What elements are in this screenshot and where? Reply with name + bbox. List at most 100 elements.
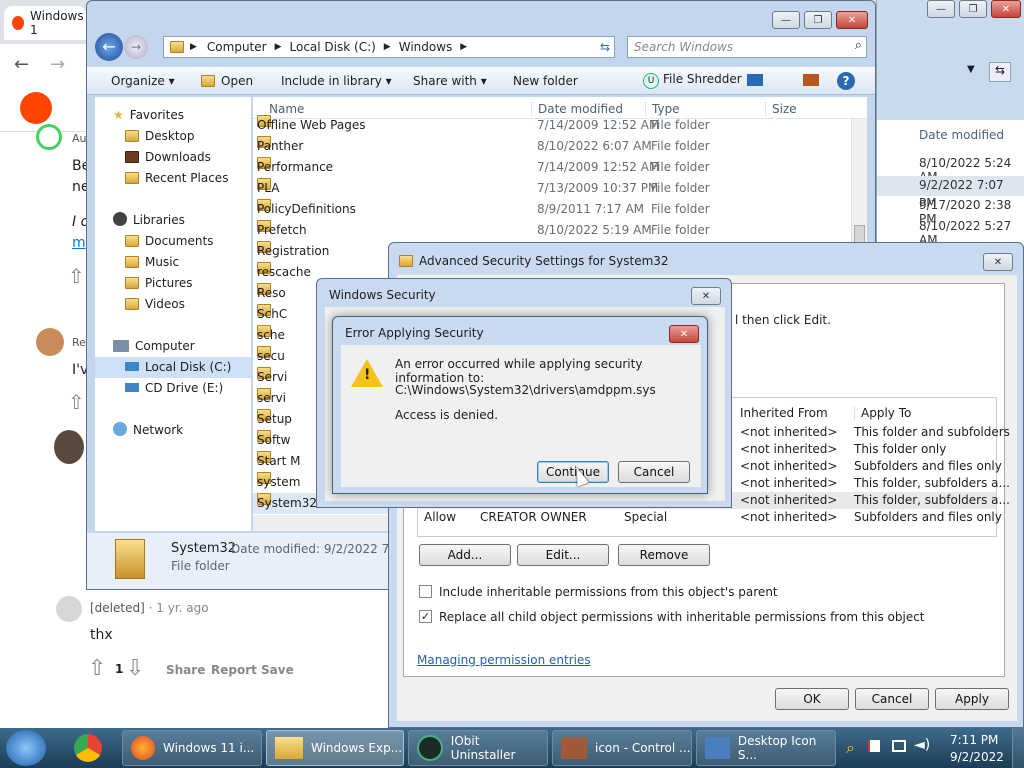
- downvote-icon[interactable]: ⇩: [126, 656, 144, 681]
- nav-music[interactable]: Music: [125, 252, 179, 273]
- open-button[interactable]: Open: [201, 74, 253, 88]
- column-header-date[interactable]: Date modified: [919, 128, 1004, 142]
- nav-pictures[interactable]: Pictures: [125, 273, 193, 294]
- clock-date[interactable]: 9/2/2022: [950, 750, 1004, 764]
- breadcrumb-local-disk[interactable]: Local Disk (C:): [290, 40, 376, 54]
- replace-child-checkbox[interactable]: ✓: [419, 610, 432, 623]
- nav-network[interactable]: Network: [113, 420, 183, 441]
- back-arrow-icon[interactable]: ←: [14, 54, 29, 75]
- column-inherited[interactable]: Inherited From: [740, 406, 828, 420]
- nav-back-button[interactable]: ←: [95, 33, 123, 61]
- maximize-button[interactable]: ❐: [959, 0, 987, 18]
- cancel-button[interactable]: Cancel: [855, 688, 929, 710]
- breadcrumb-windows[interactable]: Windows: [399, 40, 453, 54]
- include-library-button[interactable]: Include in library ▾: [281, 74, 392, 88]
- start-button[interactable]: [6, 730, 46, 766]
- nav-recent-places[interactable]: Recent Places: [125, 168, 228, 189]
- taskbar-explorer[interactable]: Windows Exp...: [266, 730, 404, 766]
- close-button[interactable]: ✕: [836, 11, 868, 29]
- clock-time[interactable]: 7:11 PM: [950, 733, 998, 747]
- chrome-icon[interactable]: [74, 734, 102, 762]
- nav-videos[interactable]: Videos: [125, 294, 185, 315]
- apply-button[interactable]: Apply: [935, 688, 1009, 710]
- nav-favorites[interactable]: ★ Favorites: [113, 105, 184, 126]
- comment-author[interactable]: Re: [72, 336, 86, 349]
- column-type[interactable]: Type: [645, 102, 680, 116]
- minimize-button[interactable]: —: [927, 0, 955, 18]
- nav-libraries[interactable]: Libraries: [113, 210, 185, 231]
- hint-text: l then click Edit.: [735, 313, 831, 327]
- maximize-button[interactable]: ❐: [804, 11, 832, 29]
- show-desktop-button[interactable]: [1012, 728, 1024, 768]
- ok-button[interactable]: OK: [775, 688, 849, 710]
- file-row[interactable]: Prefetch 8/10/2022 5:19 AM File folder: [253, 220, 853, 241]
- edit-button[interactable]: Edit...: [517, 544, 609, 566]
- share-button[interactable]: Share: [166, 663, 205, 677]
- comment-author[interactable]: Au: [72, 132, 87, 145]
- upvote-icon[interactable]: ⇧: [88, 656, 106, 681]
- right-list-pane: Date modified 8/10/2022 5:24 AM 9/2/2022…: [877, 120, 1024, 247]
- taskbar-desktop-icon-settings[interactable]: Desktop Icon S...: [696, 730, 836, 766]
- add-button[interactable]: Add...: [419, 544, 511, 566]
- permission-row[interactable]: Allow CREATOR OWNER Special <not inherited>…: [418, 509, 1002, 526]
- file-row[interactable]: Panther 8/10/2022 6:07 AM File folder: [253, 136, 853, 157]
- nav-documents[interactable]: Documents: [125, 231, 213, 252]
- taskbar-control-panel[interactable]: icon - Control ...: [552, 730, 692, 766]
- report-button[interactable]: Report: [211, 663, 257, 677]
- file-shredder-button[interactable]: U File Shredder: [643, 72, 742, 89]
- close-button[interactable]: ✕: [983, 253, 1013, 271]
- close-button[interactable]: ✕: [669, 325, 699, 343]
- scrollbar-thumb[interactable]: [854, 225, 865, 243]
- cancel-button[interactable]: Cancel: [618, 461, 690, 483]
- refresh-button[interactable]: ⇆: [595, 37, 615, 57]
- folder-icon: [170, 41, 184, 53]
- help-icon[interactable]: ?: [837, 72, 855, 90]
- organize-button[interactable]: Organize ▾: [111, 74, 175, 88]
- minimize-button[interactable]: —: [772, 11, 800, 29]
- dropdown-arrow-icon[interactable]: ▼: [967, 64, 975, 75]
- address-bar[interactable]: ▶ Computer ▶ Local Disk (C:) ▶ Windows ▶: [163, 36, 615, 58]
- close-button[interactable]: ✕: [691, 287, 721, 305]
- save-button[interactable]: Save: [261, 663, 294, 677]
- nav-local-disk[interactable]: Local Disk (C:): [95, 357, 251, 378]
- breadcrumb-computer[interactable]: Computer: [207, 40, 267, 54]
- tray-volume-icon[interactable]: ◄): [914, 737, 930, 753]
- file-date: 8/9/2011 7:17 AM: [537, 202, 645, 216]
- share-with-button[interactable]: Share with ▾: [413, 74, 487, 88]
- upvote-icon[interactable]: ⇧: [68, 264, 85, 288]
- tray-search-icon[interactable]: ⌕: [846, 738, 855, 758]
- refresh-icon[interactable]: ⇆: [989, 62, 1011, 82]
- file-row[interactable]: PLA 7/13/2009 10:37 PM File folder: [253, 178, 853, 199]
- taskbar-firefox[interactable]: Windows 11 i...: [122, 730, 262, 766]
- taskbar-iobit[interactable]: IObit Uninstaller: [408, 730, 548, 766]
- include-inheritable-checkbox[interactable]: [419, 585, 432, 598]
- nav-computer[interactable]: Computer: [113, 336, 195, 357]
- libraries-icon: [113, 212, 127, 226]
- search-box[interactable]: Search Windows ⌕: [627, 36, 867, 58]
- tray-network-icon[interactable]: [892, 740, 906, 752]
- tray-flag-icon[interactable]: [868, 740, 880, 752]
- column-apply-to[interactable]: Apply To: [854, 406, 911, 420]
- file-row[interactable]: PolicyDefinitions 8/9/2011 7:17 AM File fo…: [253, 199, 853, 220]
- browser-tab[interactable]: Windows 1: [4, 6, 86, 40]
- nav-cd-drive[interactable]: CD Drive (E:): [125, 378, 223, 399]
- preview-pane-icon[interactable]: [803, 74, 819, 86]
- file-row[interactable]: Performance 7/14/2009 12:52 AM File folder: [253, 157, 853, 178]
- column-date[interactable]: Date modified: [531, 102, 623, 116]
- new-folder-button[interactable]: New folder: [513, 74, 578, 88]
- managing-permissions-link[interactable]: Managing permission entries: [417, 653, 591, 667]
- view-options-icon[interactable]: [747, 74, 763, 86]
- upvote-icon[interactable]: ⇧: [68, 390, 85, 414]
- nav-forward-button[interactable]: →: [124, 35, 148, 59]
- column-size[interactable]: Size: [765, 102, 797, 116]
- remove-button[interactable]: Remove: [618, 544, 710, 566]
- perm-inherited: <not inherited>: [740, 459, 838, 473]
- nav-downloads[interactable]: Downloads: [125, 147, 211, 168]
- comment-link[interactable]: m: [72, 235, 86, 251]
- breadcrumb-sep-icon: ▶: [383, 42, 391, 52]
- forward-arrow-icon[interactable]: →: [50, 54, 65, 75]
- nav-desktop[interactable]: Desktop: [125, 126, 195, 147]
- file-row[interactable]: Offline Web Pages 7/14/2009 12:52 AM File …: [253, 115, 853, 136]
- close-button[interactable]: ✕: [991, 0, 1021, 18]
- column-name[interactable]: Name: [269, 102, 304, 116]
